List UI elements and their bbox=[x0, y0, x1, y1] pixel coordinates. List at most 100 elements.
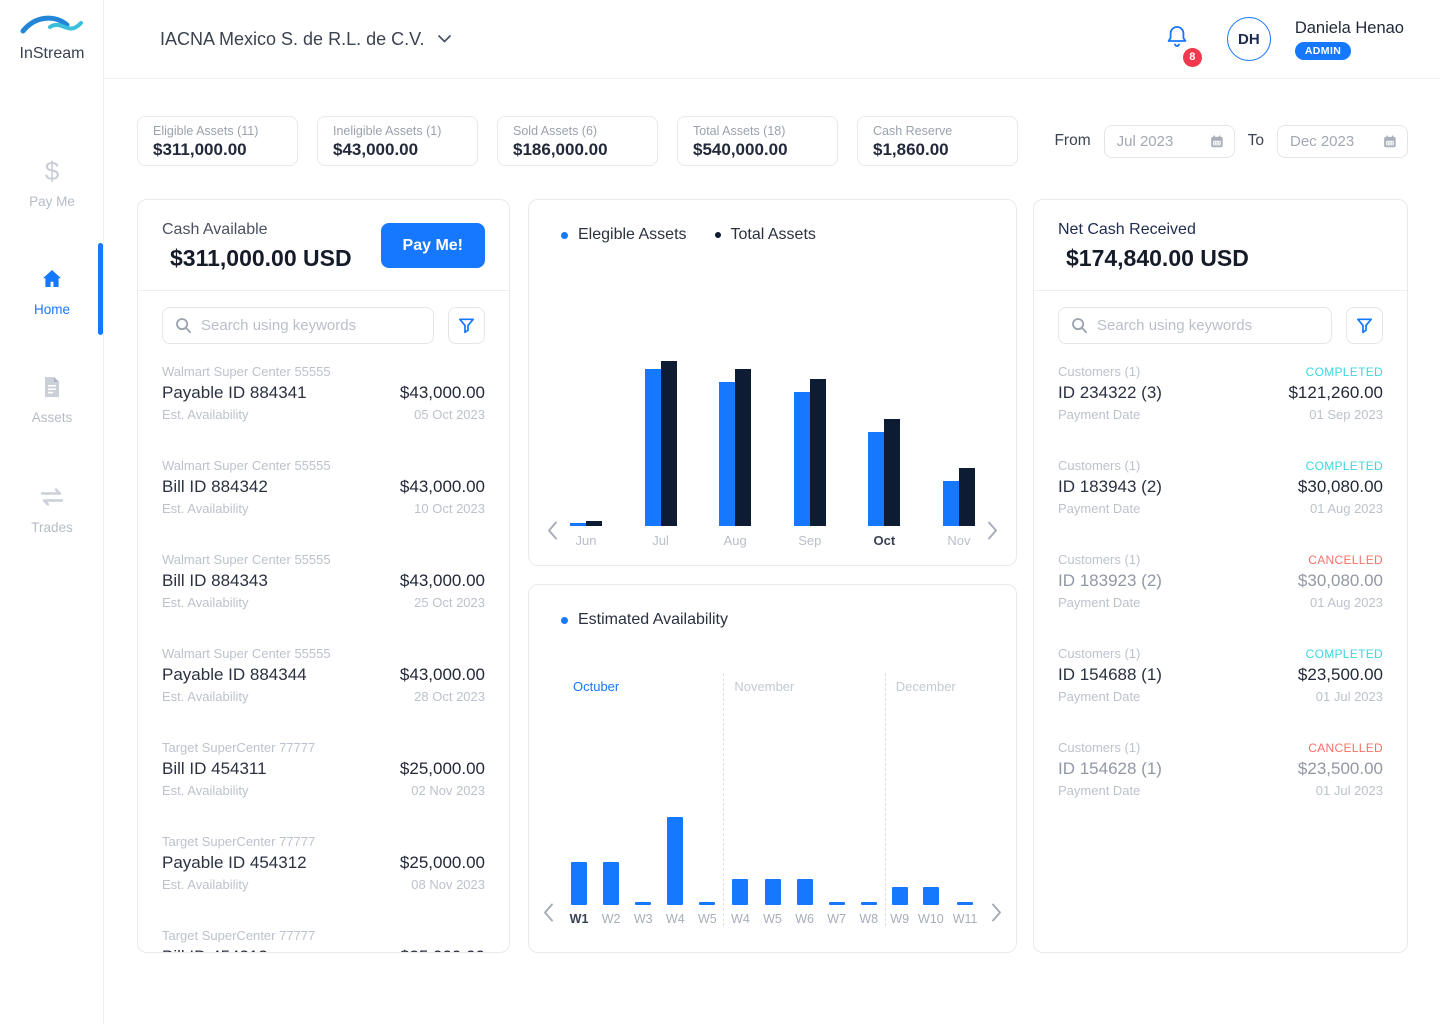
vendor-name: Target SuperCenter 77777 bbox=[162, 740, 316, 755]
group-label: Customers (1) bbox=[1058, 458, 1141, 473]
stat-label: Sold Assets (6) bbox=[513, 124, 598, 138]
net-cash-list: Customers (1) COMPLETED ID 234322 (3) $121,… bbox=[1034, 364, 1407, 798]
list-item[interactable]: Customers (1) COMPLETED ID 154688 (1) $23,5… bbox=[1058, 646, 1383, 704]
chart-next-button[interactable] bbox=[987, 521, 998, 540]
role-badge: ADMIN bbox=[1294, 41, 1352, 60]
list-item[interactable]: Walmart Super Center 55555 Bill ID 884342… bbox=[162, 458, 485, 516]
chart-prev-button[interactable] bbox=[547, 521, 558, 540]
stat-label: Ineligible Assets (1) bbox=[333, 124, 442, 138]
notification-badge: 8 bbox=[1182, 47, 1202, 67]
list-item[interactable]: Customers (1) CANCELLED ID 183923 (2) $30,0… bbox=[1058, 552, 1383, 610]
net-cash-search-field[interactable] bbox=[1058, 307, 1332, 344]
week-label: W7 bbox=[827, 912, 847, 926]
item-date: 01 Aug 2023 bbox=[1309, 501, 1383, 516]
item-amount: $43,000.00 bbox=[399, 383, 485, 402]
item-sub-row: Est. Availability 02 Nov 2023 bbox=[162, 783, 485, 798]
list-item[interactable]: Customers (1) COMPLETED ID 183943 (2) $30,0… bbox=[1058, 458, 1383, 516]
cash-available-list: Walmart Super Center 55555 Payable ID 884… bbox=[138, 364, 509, 952]
net-cash-search-input[interactable] bbox=[1097, 317, 1319, 334]
net-cash-header: Net Cash Received $174,840.00 USD bbox=[1034, 200, 1407, 291]
search-icon bbox=[1072, 318, 1088, 334]
avatar[interactable]: DH bbox=[1226, 17, 1271, 61]
week-label: W6 bbox=[795, 912, 814, 926]
week-label: W4 bbox=[731, 912, 750, 926]
item-main-row: Payable ID 884341 $43,000.00 bbox=[162, 383, 485, 403]
list-item[interactable]: Target SuperCenter 77777 Payable ID 45431… bbox=[162, 834, 485, 892]
sub-label: Est. Availability bbox=[162, 783, 249, 798]
stat-card: Cash Reserve $1,860.00 bbox=[857, 116, 1018, 166]
cash-search-field[interactable] bbox=[162, 307, 434, 344]
company-selector[interactable]: IACNA Mexico S. de R.L. de C.V. bbox=[160, 28, 452, 50]
month-section: November W4 W5 W6 W7 W8 bbox=[723, 673, 884, 926]
home-icon bbox=[0, 266, 104, 292]
pay-me-button[interactable]: Pay Me! bbox=[380, 223, 485, 268]
week-bar bbox=[860, 902, 877, 905]
weeks-row: W4 W5 W6 W7 W8 bbox=[724, 879, 884, 926]
status-badge: COMPLETED bbox=[1305, 459, 1383, 473]
sidebar-item-pay-me[interactable]: $ Pay Me bbox=[0, 156, 104, 210]
list-item[interactable]: Walmart Super Center 55555 Payable ID 884… bbox=[162, 364, 485, 422]
list-item[interactable]: Target SuperCenter 77777 Bill ID 454311 $2… bbox=[162, 740, 485, 798]
net-cash-search-row bbox=[1034, 291, 1407, 344]
list-item[interactable]: Customers (1) COMPLETED ID 234322 (3) $121,… bbox=[1058, 364, 1383, 422]
item-sub-row: Est. Availability 28 Oct 2023 bbox=[162, 689, 485, 704]
sidebar-item-assets[interactable]: Assets bbox=[0, 374, 104, 425]
item-amount: $25,000.00 bbox=[399, 759, 485, 778]
status-badge: CANCELLED bbox=[1308, 741, 1383, 755]
vendor-name: Target SuperCenter 77777 bbox=[162, 928, 316, 943]
net-cash-amount: $174,840.00 USD bbox=[1066, 245, 1249, 271]
from-label: From bbox=[1054, 132, 1091, 149]
list-item[interactable]: Walmart Super Center 55555 Bill ID 884343… bbox=[162, 552, 485, 610]
bar-elegible-assets bbox=[570, 523, 586, 526]
week-cell: W8 bbox=[859, 902, 878, 926]
vendor-name: Walmart Super Center 55555 bbox=[162, 458, 331, 473]
sub-label: Payment Date bbox=[1058, 407, 1141, 422]
bar-elegible-assets bbox=[644, 369, 661, 526]
item-sub-row: Est. Availability 08 Nov 2023 bbox=[162, 877, 485, 892]
document-icon bbox=[0, 374, 104, 400]
item-sub-row: Payment Date 01 Jul 2023 bbox=[1058, 689, 1383, 704]
to-date-input[interactable] bbox=[1290, 132, 1378, 150]
user-info: Daniela Henao ADMIN bbox=[1294, 19, 1404, 60]
item-amount: $121,260.00 bbox=[1288, 383, 1383, 402]
stat-label: Total Assets (18) bbox=[693, 124, 786, 138]
list-item[interactable]: Target SuperCenter 77777 Bill ID 454313 $2… bbox=[162, 928, 485, 952]
week-bar bbox=[957, 902, 974, 905]
cash-search-input[interactable] bbox=[201, 317, 421, 334]
net-cash-filter-button[interactable] bbox=[1346, 307, 1383, 344]
item-date: 10 Oct 2023 bbox=[414, 501, 485, 516]
week-cell: W6 bbox=[795, 879, 814, 926]
month-label: Octuber bbox=[573, 679, 620, 694]
vendor-name: Target SuperCenter 77777 bbox=[162, 834, 316, 849]
list-item[interactable]: Walmart Super Center 55555 Payable ID 884… bbox=[162, 646, 485, 704]
stat-value: $311,000.00 bbox=[153, 140, 247, 159]
bar-group bbox=[567, 361, 605, 526]
list-item[interactable]: Customers (1) CANCELLED ID 154628 (1) $23,5… bbox=[1058, 740, 1383, 798]
to-date-field[interactable] bbox=[1277, 124, 1408, 158]
sidebar-item-trades[interactable]: Trades bbox=[0, 484, 104, 535]
sub-label: Payment Date bbox=[1058, 689, 1141, 704]
document-id: Bill ID 454313 bbox=[162, 947, 268, 952]
chart-prev-button[interactable] bbox=[543, 903, 554, 922]
customer-id: ID 234322 (3) bbox=[1058, 383, 1162, 402]
item-main-row: Bill ID 884342 $43,000.00 bbox=[162, 477, 485, 497]
group-label: Customers (1) bbox=[1058, 552, 1141, 567]
sub-label: Est. Availability bbox=[162, 407, 249, 422]
week-label: W10 bbox=[918, 912, 944, 926]
week-cell: W5 bbox=[763, 879, 782, 926]
chart-next-button[interactable] bbox=[991, 903, 1002, 922]
cash-filter-button[interactable] bbox=[448, 307, 485, 344]
chevron-right-icon bbox=[992, 903, 1001, 922]
item-main-row: Bill ID 454311 $25,000.00 bbox=[162, 759, 485, 779]
week-label: W5 bbox=[763, 912, 782, 926]
from-date-field[interactable] bbox=[1103, 124, 1235, 158]
from-date-input[interactable] bbox=[1116, 132, 1204, 150]
item-amount: $43,000.00 bbox=[399, 571, 485, 590]
assets-x-axis: Jun Jul Aug Sep Oct Nov bbox=[567, 533, 978, 548]
x-axis-label: Oct bbox=[873, 533, 896, 548]
sidebar-item-home[interactable]: Home bbox=[0, 266, 104, 317]
company-name: IACNA Mexico S. de R.L. de C.V. bbox=[160, 28, 425, 49]
item-top-row: Customers (1) COMPLETED bbox=[1058, 646, 1383, 661]
stat-card: Total Assets (18) $540,000.00 bbox=[677, 116, 838, 166]
notifications-button[interactable]: 8 bbox=[1165, 24, 1202, 67]
